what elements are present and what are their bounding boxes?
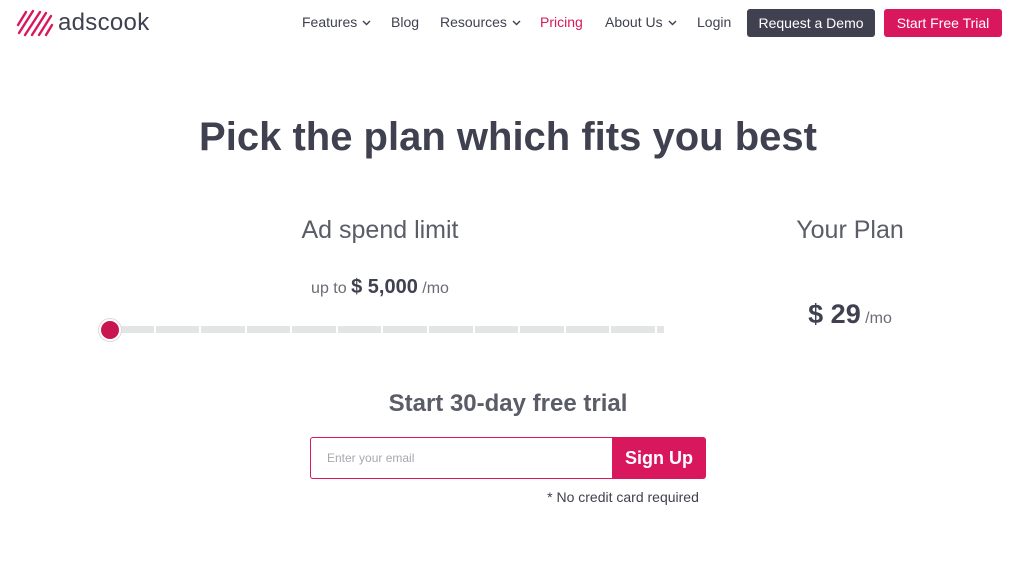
- slider-step: [474, 326, 519, 333]
- nav-about-us-label: About Us: [605, 14, 663, 30]
- nav-blog[interactable]: Blog: [391, 14, 419, 30]
- slider-step: [201, 326, 245, 333]
- slider-step: [246, 326, 291, 333]
- slider-step: [565, 326, 610, 333]
- pricing-page: adscook Features Blog Resources Pricing …: [0, 0, 1024, 566]
- slider-step: [656, 326, 664, 333]
- slider-step: [611, 326, 655, 333]
- request-demo-button[interactable]: Request a Demo: [747, 9, 875, 37]
- email-field[interactable]: [311, 438, 614, 478]
- nav-about-us[interactable]: About Us: [605, 14, 677, 30]
- plan-price-amount: $ 29: [808, 299, 861, 329]
- slider-step: [383, 326, 428, 333]
- chevron-down-icon: [668, 20, 677, 26]
- chevron-down-icon: [512, 20, 521, 26]
- slider-step: [520, 326, 564, 333]
- ad-spend-slider[interactable]: [99, 318, 667, 342]
- spend-suffix: /mo: [422, 280, 449, 297]
- slider-thumb[interactable]: [99, 319, 121, 341]
- nav-features[interactable]: Features: [302, 14, 371, 30]
- nav-pricing-label: Pricing: [540, 14, 583, 30]
- nav-resources-label: Resources: [440, 14, 507, 30]
- spend-prefix: up to: [311, 280, 347, 297]
- slider-step: [337, 326, 382, 333]
- slider-track[interactable]: [110, 326, 664, 333]
- ad-spend-label: Ad spend limit: [301, 216, 459, 244]
- plan-price: $ 29 /mo: [760, 299, 940, 330]
- email-field-wrapper: [310, 437, 614, 479]
- slider-step: [155, 326, 200, 333]
- page-title: Pick the plan which fits you best: [199, 115, 817, 159]
- trial-title: Start 30-day free trial: [388, 390, 628, 417]
- your-plan-label: Your Plan: [796, 216, 904, 244]
- nav-resources[interactable]: Resources: [440, 14, 521, 30]
- no-credit-card-note: * No credit card required: [547, 489, 699, 505]
- ad-spend-value: up to $ 5,000 /mo: [230, 276, 530, 299]
- slider-step: [429, 326, 473, 333]
- nav-login-label: Login: [697, 14, 732, 30]
- nav-pricing[interactable]: Pricing: [540, 14, 583, 30]
- nav-features-label: Features: [302, 14, 358, 30]
- nav-blog-label: Blog: [391, 14, 420, 30]
- spend-amount: $ 5,000: [351, 276, 418, 298]
- chevron-down-icon: [362, 20, 371, 26]
- start-free-trial-button[interactable]: Start Free Trial: [884, 9, 1002, 37]
- sign-up-button[interactable]: Sign Up: [612, 437, 706, 479]
- plan-price-suffix: /mo: [865, 310, 892, 327]
- nav-login[interactable]: Login: [697, 14, 731, 30]
- slider-step: [292, 326, 336, 333]
